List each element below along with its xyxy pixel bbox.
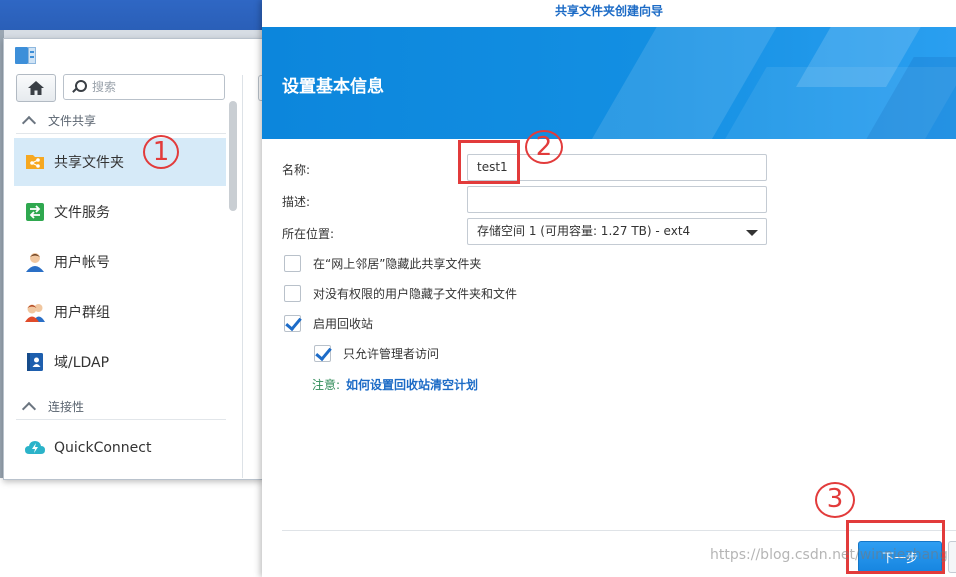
location-selected-value: 存储空间 1 (可用容量: 1.27 TB) - ext4 bbox=[477, 224, 691, 238]
description-label: 描述: bbox=[282, 195, 311, 209]
control-panel-app-icon bbox=[15, 47, 37, 65]
checkbox-label: 启用回收站 bbox=[313, 317, 374, 331]
recycle-bin-note: 注意: 如何设置回收站清空计划 bbox=[312, 376, 478, 393]
desktop-background bbox=[0, 478, 262, 577]
hide-in-network-checkbox[interactable] bbox=[284, 255, 301, 272]
sidebar-item-label: 共享文件夹 bbox=[54, 155, 124, 171]
hide-in-network-option[interactable]: 在“网上邻居”隐藏此共享文件夹 bbox=[284, 255, 481, 272]
shared-folder-icon bbox=[26, 155, 44, 169]
search-icon bbox=[72, 80, 87, 94]
sidebar-item-label: 文件服务 bbox=[54, 205, 110, 221]
chevron-up-icon bbox=[21, 115, 37, 130]
control-panel-window: 文件共享 共享文件夹 文件服务 用户帐号 bbox=[3, 38, 264, 480]
annotation-marker-1: 1 bbox=[143, 135, 179, 169]
annotation-marker-3: 3 bbox=[815, 482, 855, 518]
checkbox-label: 在“网上邻居”隐藏此共享文件夹 bbox=[313, 257, 482, 271]
quickconnect-icon bbox=[25, 441, 45, 454]
admin-only-option[interactable]: 只允许管理者访问 bbox=[314, 345, 439, 362]
sidebar-item-user-account[interactable]: 用户帐号 bbox=[14, 238, 226, 286]
location-select[interactable]: 存储空间 1 (可用容量: 1.27 TB) - ext4 bbox=[467, 218, 767, 245]
sidebar-item-quickconnect[interactable]: QuickConnect bbox=[14, 424, 226, 472]
section-label: 文件共享 bbox=[48, 113, 97, 128]
annotation-box-name bbox=[458, 140, 520, 184]
panel-divider bbox=[242, 75, 243, 478]
sidebar-item-domain-ldap[interactable]: 域/LDAP bbox=[14, 338, 226, 386]
section-label: 连接性 bbox=[48, 399, 85, 414]
sidebar-item-label: 用户群组 bbox=[54, 305, 110, 321]
hide-subfolders-option[interactable]: 对没有权限的用户隐藏子文件夹和文件 bbox=[284, 285, 517, 302]
sidebar-item-label: QuickConnect bbox=[54, 440, 152, 456]
checkbox-label: 只允许管理者访问 bbox=[343, 347, 440, 361]
file-services-icon bbox=[26, 203, 44, 221]
dialog-title: 共享文件夹创建向导 bbox=[262, 0, 956, 27]
search-field[interactable] bbox=[63, 74, 225, 100]
search-input[interactable] bbox=[90, 79, 214, 95]
user-icon bbox=[26, 253, 44, 272]
location-label: 所在位置: bbox=[282, 227, 335, 241]
step-title: 设置基本信息 bbox=[282, 77, 384, 97]
name-label: 名称: bbox=[282, 163, 311, 177]
sidebar-item-shared-folder[interactable]: 共享文件夹 bbox=[14, 138, 226, 186]
checkbox-label: 对没有权限的用户隐藏子文件夹和文件 bbox=[313, 287, 518, 301]
enable-recycle-bin-option[interactable]: 启用回收站 bbox=[284, 315, 373, 332]
section-header-file-sharing[interactable]: 文件共享 bbox=[16, 107, 226, 134]
hide-subfolders-checkbox[interactable] bbox=[284, 285, 301, 302]
section-header-connectivity[interactable]: 连接性 bbox=[16, 393, 226, 420]
home-icon bbox=[28, 81, 44, 95]
annotation-marker-2: 2 bbox=[525, 130, 563, 164]
home-button[interactable] bbox=[16, 74, 56, 102]
recycle-bin-schedule-link[interactable]: 如何设置回收站清空计划 bbox=[346, 376, 478, 393]
chevron-up-icon bbox=[21, 401, 37, 416]
sidebar-item-label: 域/LDAP bbox=[54, 355, 110, 371]
note-label: 注意: bbox=[312, 378, 341, 392]
sidebar-item-label: 用户帐号 bbox=[54, 255, 110, 271]
sidebar-item-user-group[interactable]: 用户群组 bbox=[14, 288, 226, 336]
watermark: https://blog.csdn.net/winniezhang bbox=[710, 547, 948, 563]
dropdown-arrow-icon bbox=[746, 230, 758, 236]
user-group-icon bbox=[25, 304, 45, 322]
description-input[interactable] bbox=[467, 186, 767, 213]
enable-recycle-bin-checkbox[interactable] bbox=[284, 315, 301, 332]
wizard-banner: 设置基本信息 bbox=[262, 27, 956, 139]
domain-ldap-icon bbox=[27, 353, 43, 371]
cancel-button-edge[interactable] bbox=[948, 541, 956, 573]
sidebar-item-file-services[interactable]: 文件服务 bbox=[14, 188, 226, 236]
sidebar-scrollbar[interactable] bbox=[229, 101, 237, 211]
admin-only-checkbox[interactable] bbox=[314, 345, 331, 362]
